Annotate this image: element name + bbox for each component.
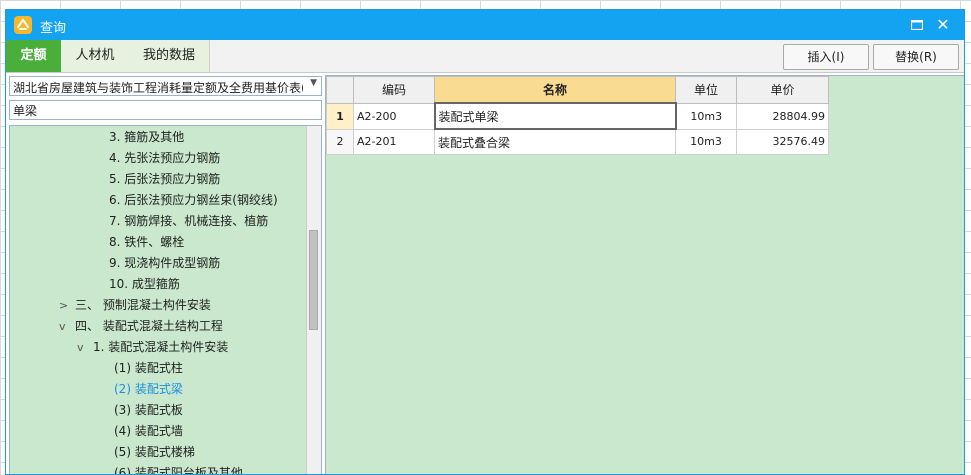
scrollbar-thumb[interactable]	[309, 230, 318, 330]
chevron-right-icon[interactable]: >	[59, 295, 75, 316]
price-cell[interactable]: 28804.99	[736, 102, 829, 130]
tree-item[interactable]: (1) 装配式柱	[114, 358, 183, 379]
code-cell[interactable]: A2-200	[353, 102, 435, 130]
tree-item[interactable]: > 三、 预制混凝土构件安装	[59, 295, 211, 316]
tree-item[interactable]: (4) 装配式墙	[114, 421, 183, 442]
replace-button[interactable]: 替换(R)	[873, 44, 959, 70]
toolbar: 定额 人材机 我的数据 插入(I) 替换(R)	[6, 40, 964, 73]
maximize-icon[interactable]	[906, 15, 928, 35]
price-cell[interactable]: 32576.49	[736, 128, 829, 155]
tree-item[interactable]: 10. 成型箍筋	[93, 274, 180, 295]
close-icon[interactable]: ✕	[932, 15, 954, 35]
tree-item[interactable]: 6. 后张法预应力钢丝束(钢绞线)	[93, 190, 278, 211]
table-row[interactable]: 1 A2-200 装配式单梁 10m3 28804.99	[326, 102, 829, 130]
quota-library-select[interactable]: 湖北省房屋建筑与装饰工程消耗量定额及全费用基价表( ▼	[9, 76, 322, 96]
tree-scrollbar[interactable]	[306, 126, 321, 474]
results-panel: 编码 名称 单位 单价 1 A2-200 装配式单梁 10m3 28804.99…	[325, 75, 964, 474]
table-row[interactable]: 2 A2-201 装配式叠合梁 10m3 32576.49	[326, 128, 829, 155]
app-logo-icon	[14, 16, 32, 34]
tree-item[interactable]: (3) 装配式板	[114, 400, 183, 421]
row-number: 1	[326, 102, 354, 130]
code-cell[interactable]: A2-201	[353, 128, 435, 155]
tab-labor-material-machine[interactable]: 人材机	[61, 40, 130, 72]
tree-item[interactable]: 9. 现浇构件成型钢筋	[93, 253, 220, 274]
title-bar: 查询 ✕	[6, 10, 964, 40]
name-cell[interactable]: 装配式单梁	[433, 102, 677, 130]
tab-my-data[interactable]: 我的数据	[129, 40, 210, 72]
tree-item[interactable]: v 1. 装配式混凝土构件安装	[77, 337, 228, 358]
row-number: 2	[326, 128, 354, 155]
chevron-down-icon[interactable]: ▼	[310, 78, 317, 88]
column-header-name[interactable]: 名称	[434, 76, 676, 104]
quota-library-value: 湖北省房屋建筑与装饰工程消耗量定额及全费用基价表(	[13, 81, 303, 95]
tree-item[interactable]: 8. 铁件、螺栓	[93, 232, 184, 253]
column-header-price[interactable]: 单价	[736, 76, 829, 104]
tab-quota[interactable]: 定额	[6, 40, 61, 72]
chevron-down-icon[interactable]: v	[59, 316, 75, 337]
tree-item-selected[interactable]: (2) 装配式梁	[114, 379, 183, 400]
tree-item[interactable]: 7. 钢筋焊接、机械连接、植筋	[93, 211, 268, 232]
tree-item[interactable]: (5) 装配式楼梯	[114, 442, 195, 463]
window-title: 查询	[40, 21, 67, 36]
name-cell[interactable]: 装配式叠合梁	[434, 128, 676, 155]
tree-item[interactable]: (6) 装配式阳台板及其他	[114, 463, 243, 474]
unit-cell[interactable]: 10m3	[675, 128, 737, 155]
chapter-tree: 3. 箍筋及其他 4. 先张法预应力钢筋 5. 后张法预应力钢筋 6. 后张法预…	[9, 125, 322, 474]
tree-item[interactable]: v 四、 装配式混凝土结构工程	[59, 316, 223, 337]
tree-item[interactable]: 5. 后张法预应力钢筋	[93, 169, 220, 190]
query-dialog: 查询 ✕ 定额 人材机 我的数据 插入(I) 替换(R) 湖北省房屋建筑与装饰工…	[5, 9, 965, 475]
left-panel: 湖北省房屋建筑与装饰工程消耗量定额及全费用基价表( ▼ 3. 箍筋及其他 4. …	[9, 75, 323, 474]
column-header-unit[interactable]: 单位	[675, 76, 737, 104]
tree-item[interactable]: 3. 箍筋及其他	[93, 127, 184, 148]
search-input[interactable]	[9, 100, 322, 120]
row-number-header	[326, 76, 354, 104]
unit-cell[interactable]: 10m3	[675, 102, 737, 130]
table-header-row: 编码 名称 单位 单价	[326, 76, 829, 104]
tree-item[interactable]: 4. 先张法预应力钢筋	[93, 148, 220, 169]
chevron-down-icon[interactable]: v	[77, 337, 93, 358]
results-table: 编码 名称 单位 单价 1 A2-200 装配式单梁 10m3 28804.99…	[326, 76, 829, 155]
insert-button[interactable]: 插入(I)	[783, 44, 869, 70]
column-header-code[interactable]: 编码	[353, 76, 435, 104]
